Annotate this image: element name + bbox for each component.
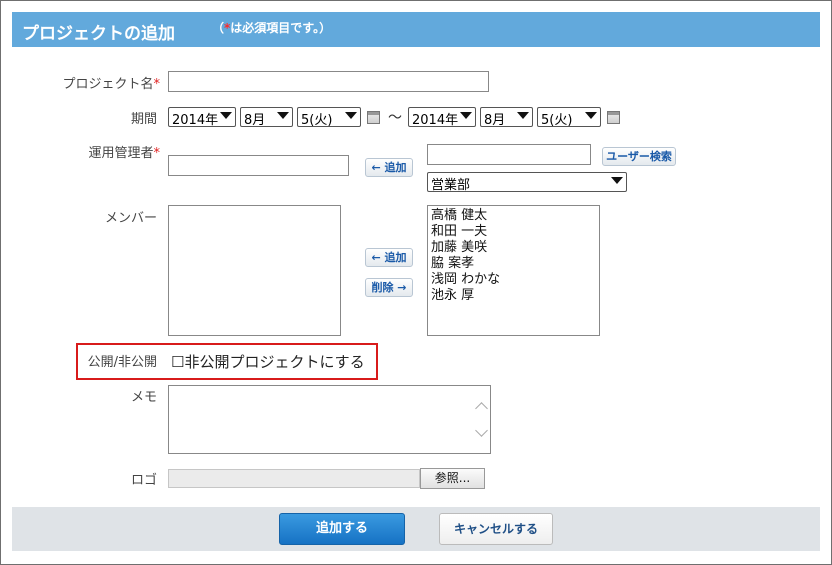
form-footer [12,507,820,551]
chevron-down-icon [460,112,472,119]
chevron-down-icon [277,112,289,119]
private-project-checkbox[interactable]: ☐非公開プロジェクトにする [171,351,365,372]
start-month-select[interactable]: 8月 [240,107,293,128]
required-note-open: （ [212,21,225,35]
candidate-listbox[interactable]: 高橋 健太 和田 一夫 加藤 美咲 脇 案孝 浅岡 わかな 池永 厚 [427,205,600,336]
admin-label: 運用管理者* [15,142,160,161]
memo-label: メモ [130,390,157,405]
logo-label: ロゴ [130,473,157,488]
project-name-label-text: プロジェクト名 [62,77,154,92]
department-select[interactable]: 営業部 [427,172,627,193]
chevron-down-icon [611,177,623,184]
end-year-value: 2014年 [412,113,459,128]
member-add-button[interactable]: ← 追加 [365,248,413,267]
start-day-value: 5(火) [301,113,333,128]
page-title: プロジェクトの追加 [22,24,175,44]
scroll-down-icon[interactable] [475,424,488,437]
end-calendar-icon[interactable] [607,111,620,124]
form-header: プロジェクトの追加 （*は必須項目です。） [12,12,820,47]
chevron-down-icon [220,112,232,119]
user-search-input[interactable] [427,144,591,165]
member-remove-button[interactable]: 削除 → [365,278,413,297]
logo-file-field[interactable] [168,469,420,488]
list-item[interactable]: 和田 一夫 [428,224,599,240]
start-calendar-icon[interactable] [367,111,380,124]
period-separator: ～ [388,110,402,126]
project-name-required-star: * [153,77,161,92]
submit-button[interactable]: 追加する [279,513,405,545]
period-label: 期間 [130,112,157,127]
end-month-value: 8月 [484,113,506,128]
required-note: （*は必須項目です。） [212,19,331,36]
list-item[interactable]: 浅岡 わかな [428,272,599,288]
admin-required-star: * [153,146,161,161]
admin-add-button[interactable]: ← 追加 [365,158,413,177]
project-name-input[interactable] [168,71,489,92]
project-name-label: プロジェクト名* [15,73,160,92]
end-day-value: 5(火) [541,113,573,128]
list-item[interactable]: 加藤 美咲 [428,240,599,256]
admin-label-text: 運用管理者 [88,146,154,161]
end-month-select[interactable]: 8月 [480,107,533,128]
list-item[interactable]: 池永 厚 [428,288,599,304]
cancel-button[interactable]: キャンセルする [439,513,553,545]
start-year-select[interactable]: 2014年 [168,107,236,128]
start-day-select[interactable]: 5(火) [297,107,361,128]
chevron-down-icon [585,112,597,119]
list-item[interactable]: 脇 案孝 [428,256,599,272]
scroll-up-icon[interactable] [475,402,488,415]
members-label: メンバー [104,211,157,226]
admin-listbox[interactable] [168,155,349,176]
start-year-value: 2014年 [172,113,219,128]
memo-textarea[interactable] [168,385,491,454]
department-value: 営業部 [431,178,471,193]
logo-browse-button[interactable]: 参照... [420,468,485,489]
start-month-value: 8月 [244,113,266,128]
end-year-select[interactable]: 2014年 [408,107,476,128]
members-listbox[interactable] [168,205,341,336]
chevron-down-icon [345,112,357,119]
user-search-button[interactable]: ユーザー検索 [602,147,676,166]
list-item[interactable]: 高橋 健太 [428,208,599,224]
chevron-down-icon [517,112,529,119]
visibility-label: 公開/非公開 [87,355,157,370]
end-day-select[interactable]: 5(火) [537,107,601,128]
required-note-text: は必須項目です。） [230,21,332,35]
